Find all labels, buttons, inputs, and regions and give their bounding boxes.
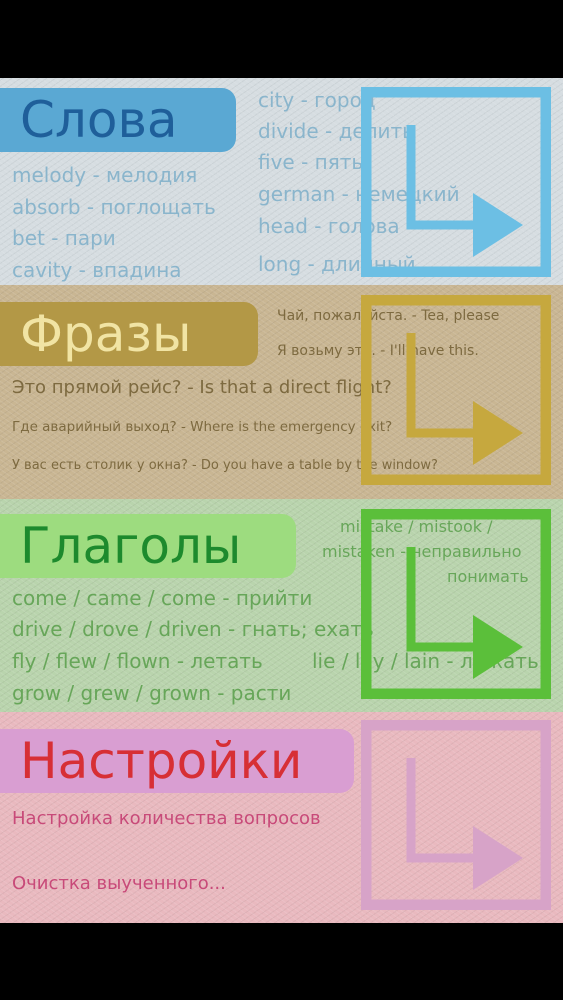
verb-item: drive / drove / driven - гнать; ехать [12, 617, 374, 641]
app-screen: city - город divide - делить five - пять… [0, 78, 563, 923]
settings-question-count[interactable]: Настройка количества вопросов [12, 810, 321, 828]
verb-item: fly / flew / flown - летать [12, 649, 263, 673]
word-item: bet - пари [12, 226, 116, 250]
section-title-settings: Настройки [0, 729, 354, 793]
arrow-icon[interactable] [361, 295, 551, 485]
word-item: absorb - поглощать [12, 195, 216, 219]
arrow-icon[interactable] [361, 720, 551, 910]
word-item: cavity - впадина [12, 258, 182, 282]
word-item: melody - мелодия [12, 163, 198, 187]
section-verbs[interactable]: Глаголы come / came / come - прийти driv… [0, 499, 563, 712]
section-title-text: Настройки [20, 732, 303, 790]
section-title-phrases: Фразы [0, 302, 258, 366]
phrase-item: Где аварийный выход? - Where is the emer… [12, 419, 393, 435]
section-phrases[interactable]: Фразы Чай, пожалуйста. - Tea, please Я в… [0, 285, 563, 499]
settings-clear-learned[interactable]: Очистка выученного... [12, 875, 226, 893]
arrow-icon[interactable] [361, 87, 551, 277]
section-words[interactable]: city - город divide - делить five - пять… [0, 78, 563, 285]
section-title-words: Слова [0, 88, 236, 152]
section-settings[interactable]: Настройки Настройка количества вопросов … [0, 712, 563, 923]
section-title-verbs: Глаголы [0, 514, 296, 578]
arrow-icon[interactable] [361, 509, 551, 699]
phrase-item: Это прямой рейс? - Is that a direct flig… [12, 377, 392, 398]
section-title-text: Слова [20, 91, 178, 149]
verb-item: come / came / come - прийти [12, 586, 313, 610]
section-title-text: Глаголы [20, 517, 242, 575]
section-title-text: Фразы [20, 305, 192, 363]
word-item: city - город [258, 88, 376, 112]
word-item: five - пять [258, 150, 364, 174]
verb-item: grow / grew / grown - расти [12, 681, 292, 705]
